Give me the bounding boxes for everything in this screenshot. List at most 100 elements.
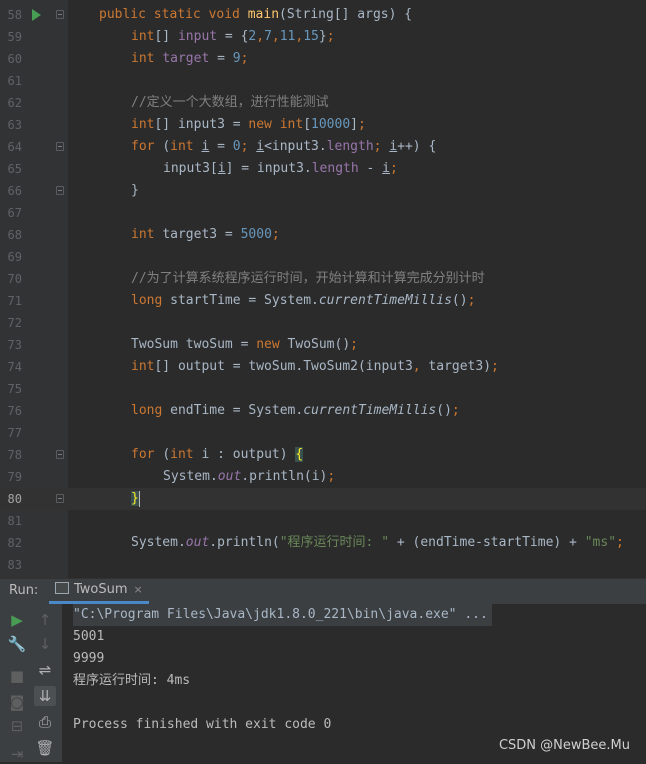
code-text: int target = 9;: [131, 48, 248, 70]
code-line[interactable]: 61: [0, 70, 646, 92]
code-line[interactable]: 63 int[] input3 = new int[10000];: [0, 114, 646, 136]
code-line[interactable]: 69: [0, 246, 646, 268]
code-line[interactable]: 68 int target3 = 5000;: [0, 224, 646, 246]
code-editor[interactable]: 58 public static void main(String[] args)…: [0, 0, 646, 578]
code-line[interactable]: 65 input3[i] = input3.length - i;: [0, 158, 646, 180]
print-icon[interactable]: ⎙: [34, 712, 56, 732]
run-tab-twosum[interactable]: TwoSum ×: [49, 579, 149, 604]
wrench-icon[interactable]: 🔧: [6, 634, 28, 654]
code-token: ;: [616, 535, 624, 550]
code-line[interactable]: 59 int[] input = {2,7,11,15};: [0, 26, 646, 48]
code-token: (): [436, 403, 452, 418]
code-token: ++) {: [397, 139, 437, 154]
code-text: int[] input3 = new int[10000];: [131, 114, 366, 136]
code-line[interactable]: 81: [0, 510, 646, 532]
code-token: int: [131, 117, 155, 132]
code-token: TwoSum(): [287, 337, 351, 352]
code-line[interactable]: 82 System.out.println("程序运行时间: " + (endTi…: [0, 532, 646, 554]
scroll-to-end-icon[interactable]: ⇊: [34, 686, 56, 706]
run-tab-label: TwoSum: [74, 582, 128, 597]
code-token: ;: [451, 403, 460, 418]
code-token: .println(i): [241, 469, 328, 484]
code-text: //为了计算系统程序运行时间，开始计算和计算完成分别计时: [131, 268, 485, 290]
code-line[interactable]: 66}: [0, 180, 646, 202]
code-token: 0: [232, 139, 241, 154]
code-token: i: [382, 161, 390, 176]
code-token: 10000: [311, 117, 351, 132]
line-number: 60: [7, 52, 22, 66]
code-token: ;: [467, 293, 476, 308]
line-number: 65: [7, 162, 22, 176]
code-line[interactable]: 70 //为了计算系统程序运行时间，开始计算和计算完成分别计时: [0, 268, 646, 290]
scroll-down-icon[interactable]: ↓: [34, 634, 56, 654]
code-line[interactable]: 58 public static void main(String[] args)…: [0, 4, 646, 26]
code-token: = {: [217, 29, 249, 44]
fold-icon[interactable]: [56, 142, 64, 151]
code-token: input3[: [163, 161, 218, 176]
run-label: Run:: [9, 583, 39, 598]
code-line[interactable]: 79 System.out.println(i);: [0, 466, 646, 488]
code-token: new int: [248, 117, 304, 132]
line-number: 59: [7, 30, 22, 44]
code-line[interactable]: 76 long endTime = System.currentTimeMilli…: [0, 400, 646, 422]
code-token: ;: [271, 227, 280, 242]
code-line[interactable]: 71 long startTime = System.currentTimeMil…: [0, 290, 646, 312]
code-token: [] output = twoSum.TwoSum2(input3: [154, 359, 413, 374]
code-text: //定义一个大数组，进行性能测试: [131, 92, 329, 114]
code-token: for: [131, 447, 163, 462]
exit-icon[interactable]: ⇥: [6, 744, 28, 764]
line-number: 73: [7, 338, 22, 352]
soft-wrap-icon[interactable]: ⇌: [34, 660, 56, 680]
code-token: 11: [279, 29, 296, 44]
code-line[interactable]: 60 int target = 9;: [0, 48, 646, 70]
scroll-up-icon[interactable]: ↑: [34, 610, 56, 630]
line-number: 64: [7, 140, 22, 154]
code-line[interactable]: 62 //定义一个大数组，进行性能测试: [0, 92, 646, 114]
fold-icon[interactable]: [56, 186, 64, 195]
code-token: out: [185, 535, 210, 550]
line-number: 83: [7, 558, 22, 572]
code-token: <input3.: [264, 139, 327, 154]
code-token: int: [131, 227, 163, 242]
console-line: 9999: [73, 651, 105, 666]
code-token: ,: [271, 29, 280, 44]
console-icon: [55, 582, 69, 594]
code-line[interactable]: 73 TwoSum twoSum = new TwoSum();: [0, 334, 646, 356]
rerun-icon[interactable]: ▶: [6, 610, 28, 630]
code-token: ;: [350, 337, 358, 352]
restore-layout-icon[interactable]: ⊟: [6, 716, 28, 736]
line-number: 71: [7, 294, 22, 308]
trash-icon[interactable]: 🗑: [34, 738, 56, 758]
code-token: startTime = System.: [170, 293, 319, 308]
code-token: //为了计算系统程序运行时间，开始计算和计算完成分别计时: [131, 271, 485, 286]
code-line[interactable]: 67: [0, 202, 646, 224]
stop-icon[interactable]: ■: [6, 666, 28, 686]
code-line[interactable]: 75: [0, 378, 646, 400]
code-line[interactable]: 72: [0, 312, 646, 334]
fold-icon[interactable]: [56, 494, 64, 503]
code-line[interactable]: 74 int[] output = twoSum.TwoSum2(input3, …: [0, 356, 646, 378]
fold-icon[interactable]: [56, 450, 64, 459]
code-token: [] input3 =: [154, 117, 249, 132]
code-line[interactable]: 64 for (int i = 0; i<input3.length; i++) …: [0, 136, 646, 158]
run-gutter-icon[interactable]: [32, 9, 41, 21]
code-token: [: [303, 117, 312, 132]
camera-icon[interactable]: ◙: [6, 692, 28, 712]
code-token: ;: [240, 139, 257, 154]
code-token: + (endTime-startTime) +: [389, 535, 585, 550]
code-token: []: [154, 29, 178, 44]
code-line[interactable]: 80}: [0, 488, 646, 510]
code-line[interactable]: 78 for (int i : output) {: [0, 444, 646, 466]
close-icon[interactable]: ×: [134, 583, 143, 596]
code-line[interactable]: 83: [0, 554, 646, 576]
code-token: int: [131, 29, 155, 44]
line-number: 77: [7, 426, 22, 440]
code-line[interactable]: 77: [0, 422, 646, 444]
line-number: 72: [7, 316, 22, 330]
fold-icon[interactable]: [56, 10, 64, 19]
code-token: ;: [358, 117, 366, 132]
code-token: //定义一个大数组，进行性能测试: [131, 95, 329, 110]
code-text: int[] output = twoSum.TwoSum2(input3, ta…: [131, 356, 499, 378]
code-token: }: [318, 29, 327, 44]
code-token: {: [295, 447, 304, 462]
